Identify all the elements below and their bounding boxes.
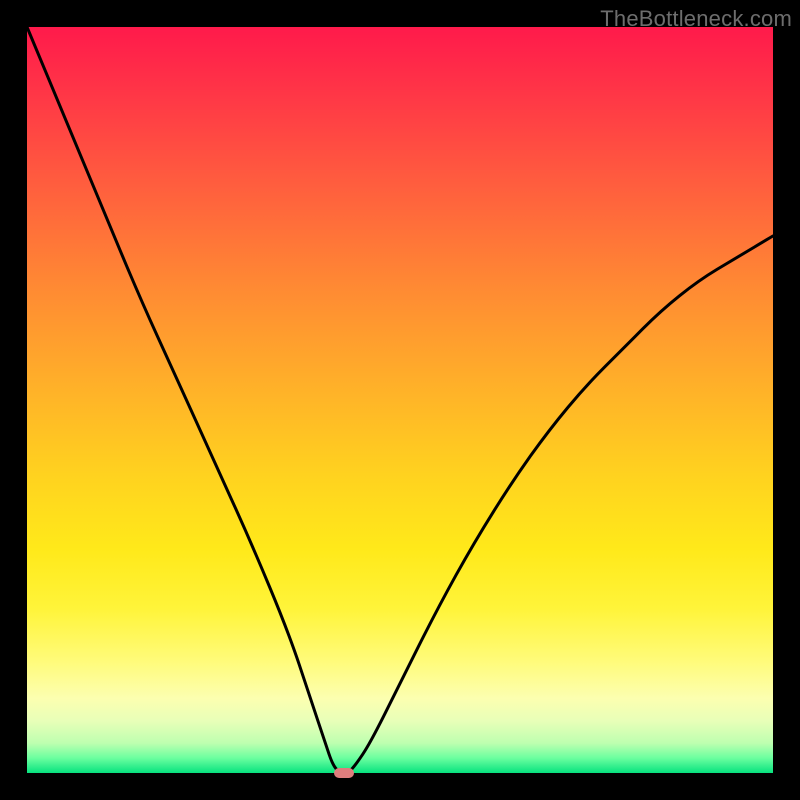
watermark-text: TheBottleneck.com — [600, 6, 792, 32]
plot-area — [27, 27, 773, 773]
bottleneck-curve — [27, 27, 773, 773]
chart-frame: TheBottleneck.com — [0, 0, 800, 800]
minimum-marker — [334, 768, 354, 778]
